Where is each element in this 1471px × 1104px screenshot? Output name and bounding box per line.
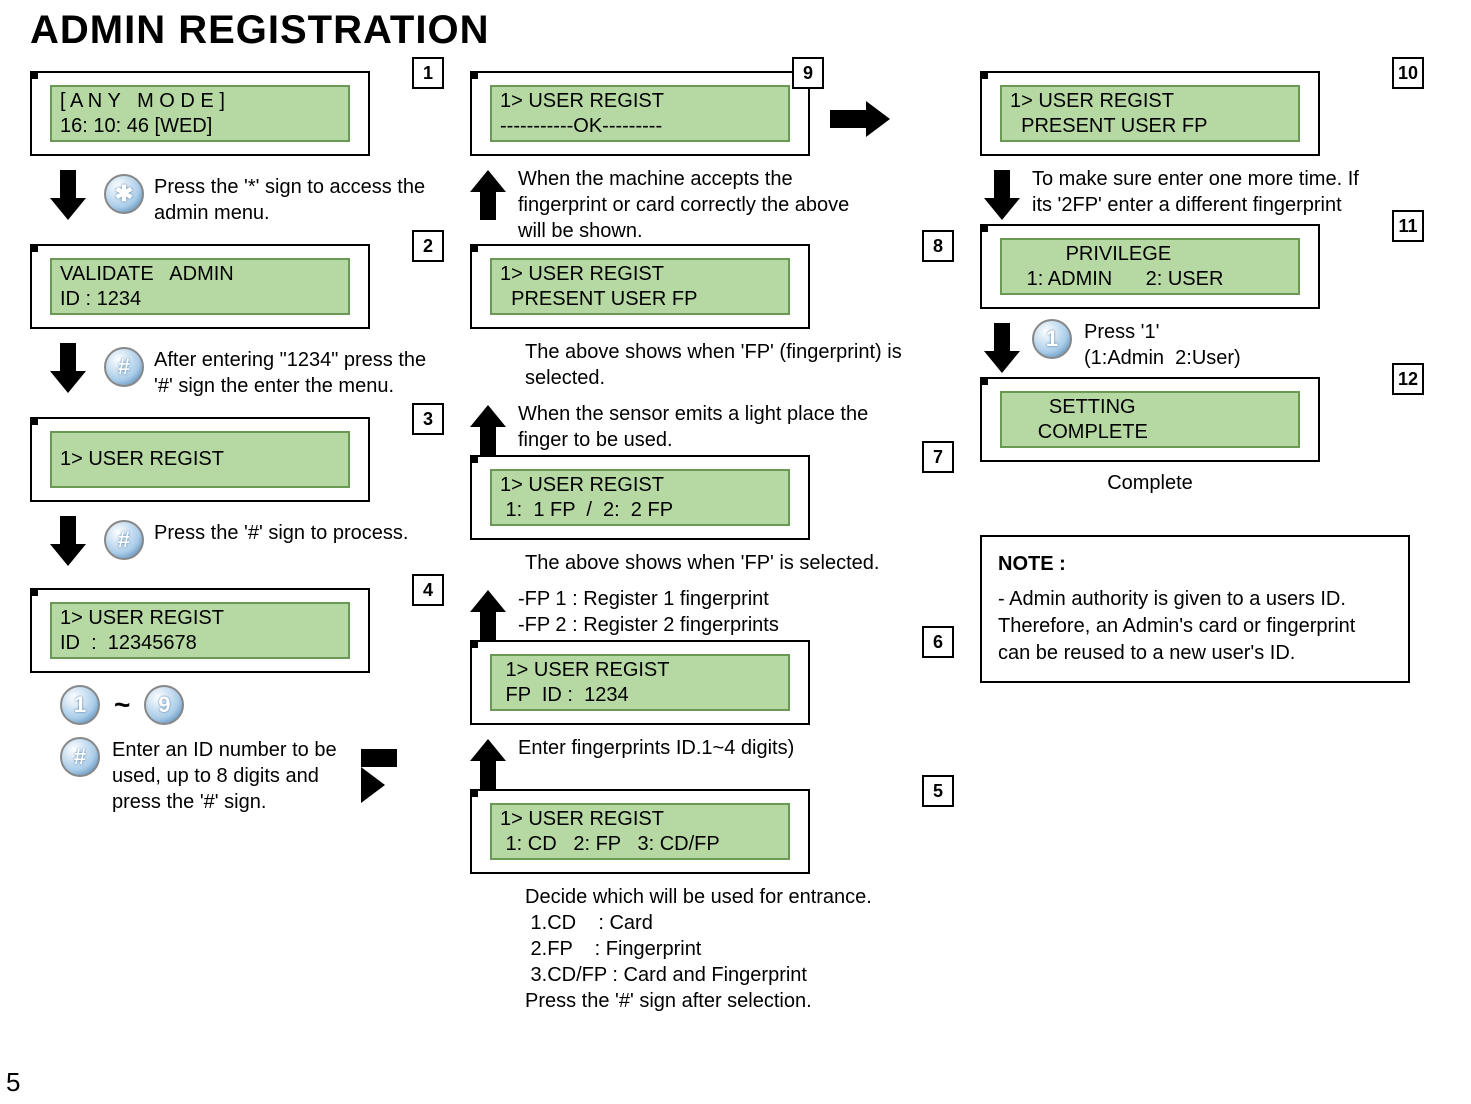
lcd-line: 1> USER REGIST — [500, 658, 780, 683]
page-title: ADMIN REGISTRATION — [30, 8, 1441, 53]
column-1: [ A N Y M O D E ] 16: 10: 46 [WED] 1 ✱ P… — [30, 71, 430, 1024]
arrow-up-icon — [480, 170, 506, 220]
caption: Press the '#' sign to process. — [154, 520, 408, 546]
caption: When the sensor emits a light place the … — [518, 401, 878, 453]
digits-range: 1 ~ 9 — [60, 685, 430, 725]
step-2: VALIDATE ADMIN ID : 1234 2 — [30, 244, 430, 329]
caption: 3.CD/FP : Card and Fingerprint — [525, 962, 940, 988]
step-badge: 3 — [412, 403, 444, 435]
caption: To make sure enter one more time. If its… — [1032, 166, 1372, 218]
caption: Press the '*' sign to access the admin m… — [154, 174, 430, 226]
step-5: 1> USER REGIST 1: CD 2: FP 3: CD/FP 5 — [470, 789, 940, 874]
caption: Decide which will be used for entrance. — [525, 884, 940, 910]
arrow-down-icon — [994, 323, 1020, 373]
lcd-line: 1: 1 FP / 2: 2 FP — [500, 498, 780, 523]
step-badge: 4 — [412, 574, 444, 606]
step-12: SETTING COMPLETE 12 — [980, 377, 1410, 462]
step-badge: 1 — [412, 57, 444, 89]
step-badge: 5 — [922, 775, 954, 807]
arrow-right-icon — [361, 749, 416, 803]
note-title: NOTE : — [998, 551, 1392, 578]
step-8: 1> USER REGIST PRESENT USER FP 8 — [470, 244, 940, 329]
lcd-line: 1> USER REGIST — [500, 807, 780, 832]
caption: -FP 1 : Register 1 fingerprint — [518, 586, 779, 612]
column-2: 1> USER REGIST -----------OK--------- 9 … — [470, 71, 940, 1024]
step-11: PRIVILEGE 1: ADMIN 2: USER 11 — [980, 224, 1410, 309]
step-badge: 9 — [792, 57, 824, 89]
lcd-line: 1> USER REGIST — [60, 606, 340, 631]
lcd-line: 1> USER REGIST — [1010, 89, 1290, 114]
caption: -FP 2 : Register 2 fingerprints — [518, 612, 779, 638]
arrow-down-icon — [60, 170, 86, 220]
step-badge: 11 — [1392, 210, 1424, 242]
step-badge: 10 — [1392, 57, 1424, 89]
lcd-line: 16: 10: 46 [WED] — [60, 114, 340, 139]
caption: Press '1' (1:Admin 2:User) — [1084, 319, 1241, 371]
arrow-down-icon — [994, 170, 1020, 220]
caption: Enter an ID number to be used, up to 8 d… — [112, 737, 347, 815]
note-box: NOTE : - Admin authority is given to a u… — [980, 535, 1410, 683]
step-10: 1> USER REGIST PRESENT USER FP 10 — [980, 71, 1410, 156]
hash-key-icon: # — [104, 347, 144, 387]
lcd-line: PRESENT USER FP — [1010, 114, 1290, 139]
step-badge: 6 — [922, 626, 954, 658]
lcd-line: ID : 1234 — [60, 287, 340, 312]
note-body: - Admin authority is given to a users ID… — [998, 586, 1392, 667]
lcd-line: 1> USER REGIST — [500, 473, 780, 498]
arrow-down-icon — [60, 343, 86, 393]
step-6: 1> USER REGIST FP ID : 1234 6 — [470, 640, 940, 725]
lcd-line: PRIVILEGE — [1010, 242, 1290, 267]
step-4: 1> USER REGIST ID : 12345678 4 — [30, 588, 430, 673]
hash-key-icon: # — [60, 737, 100, 777]
digit-1-icon: 1 — [1032, 319, 1072, 359]
step-9: 1> USER REGIST -----------OK--------- 9 — [470, 71, 810, 156]
digit-1-icon: 1 — [60, 685, 100, 725]
step-7: 1> USER REGIST 1: 1 FP / 2: 2 FP 7 — [470, 455, 940, 540]
step-badge: 8 — [922, 230, 954, 262]
star-key-icon: ✱ — [104, 174, 144, 214]
caption: The above shows when 'FP' is selected. — [525, 550, 925, 576]
hash-key-icon: # — [104, 520, 144, 560]
tilde: ~ — [114, 689, 130, 721]
caption: Press the '#' sign after selection. — [525, 988, 940, 1014]
arrow-up-icon — [480, 590, 506, 640]
lcd-line: PRESENT USER FP — [500, 287, 780, 312]
lcd-line: ID : 12345678 — [60, 631, 340, 656]
lcd-line: -----------OK--------- — [500, 114, 780, 139]
step-1: [ A N Y M O D E ] 16: 10: 46 [WED] 1 — [30, 71, 430, 156]
step-badge: 7 — [922, 441, 954, 473]
step-3: 1> USER REGIST 3 — [30, 417, 430, 502]
lcd-line: [ A N Y M O D E ] — [60, 89, 340, 114]
lcd-line: 1> USER REGIST — [500, 262, 780, 287]
caption: The above shows when 'FP' (fingerprint) … — [525, 339, 925, 391]
digit-9-icon: 9 — [144, 685, 184, 725]
caption: 1.CD : Card — [525, 910, 940, 936]
arrow-up-icon — [480, 739, 506, 789]
step-badge: 12 — [1392, 363, 1424, 395]
lcd-line: 1> USER REGIST — [60, 447, 340, 472]
lcd-line: 1> USER REGIST — [500, 89, 780, 114]
lcd-line: SETTING — [1010, 395, 1290, 420]
arrow-down-icon — [60, 516, 86, 566]
caption: When the machine accepts the fingerprint… — [518, 166, 878, 244]
lcd-line: 1: ADMIN 2: USER — [1010, 267, 1290, 292]
step-badge: 2 — [412, 230, 444, 262]
caption: 2.FP : Fingerprint — [525, 936, 940, 962]
caption: After entering "1234" press the '#' sign… — [154, 347, 430, 399]
arrow-up-icon — [480, 405, 506, 455]
page-number: 5 — [6, 1067, 20, 1098]
lcd-line: 1: CD 2: FP 3: CD/FP — [500, 832, 780, 857]
caption: Enter fingerprints ID.1~4 digits) — [518, 735, 794, 761]
lcd-line: COMPLETE — [1010, 420, 1290, 445]
caption: Complete — [980, 472, 1320, 495]
lcd-line: VALIDATE ADMIN — [60, 262, 340, 287]
column-3: 1> USER REGIST PRESENT USER FP 10 To mak… — [980, 71, 1410, 1024]
lcd-line: FP ID : 1234 — [500, 683, 780, 708]
arrow-right-icon — [830, 101, 890, 137]
